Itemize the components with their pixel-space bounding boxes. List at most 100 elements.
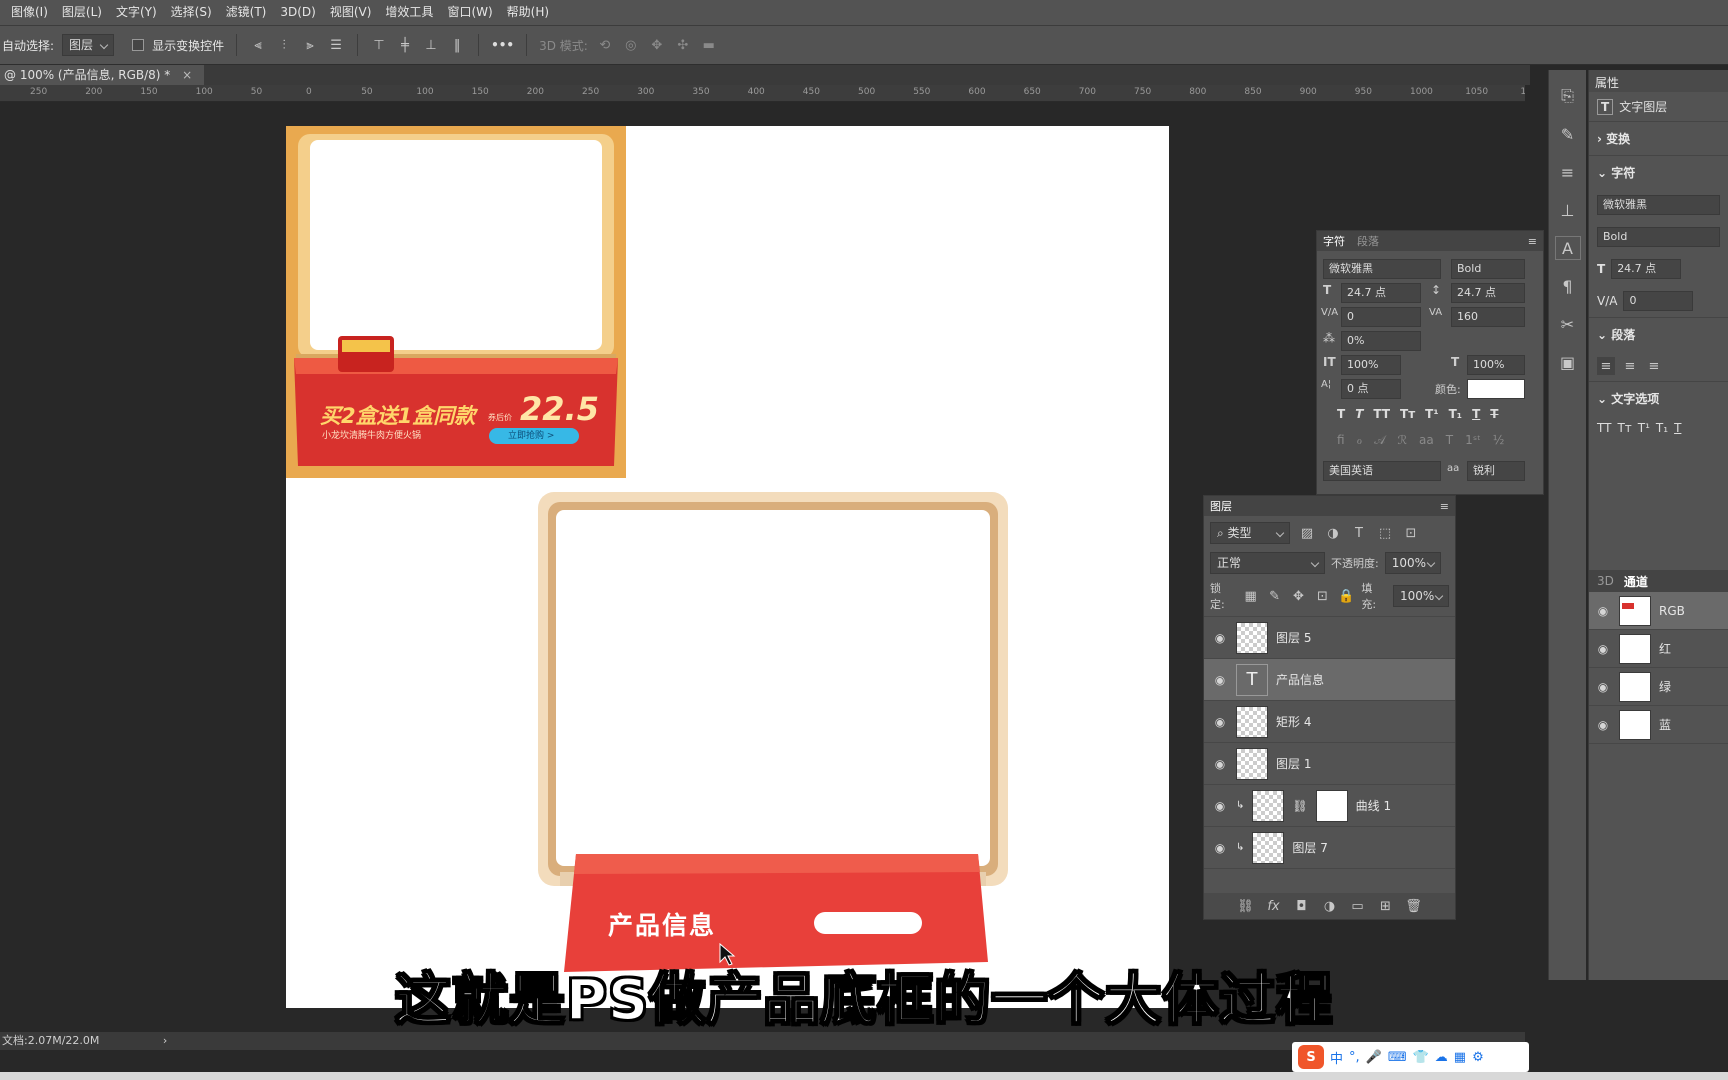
show-transform-checkbox[interactable]	[132, 39, 145, 51]
menu-window[interactable]: 窗口(W)	[440, 0, 499, 25]
align-text-left-icon[interactable]: ≡	[1597, 357, 1615, 375]
link-layers-icon[interactable]: ⛓	[1237, 897, 1255, 915]
channel-rgb[interactable]: ◉ RGB	[1589, 592, 1728, 630]
adjustments-icon[interactable]: ≡	[1555, 160, 1581, 184]
align-text-center-icon[interactable]: ≡	[1621, 357, 1639, 375]
filter-shape-icon[interactable]: ⬚	[1376, 524, 1394, 542]
align-top-icon[interactable]: ⊤	[370, 36, 388, 54]
camera-3d-icon[interactable]: ▬	[700, 36, 718, 54]
eye-icon[interactable]: ◉	[1212, 757, 1228, 771]
roll-3d-icon[interactable]: ◎	[622, 36, 640, 54]
slide-3d-icon[interactable]: ✣	[674, 36, 692, 54]
fx-icon[interactable]: fx	[1265, 897, 1283, 915]
link-icon[interactable]: ⛓	[1292, 799, 1307, 813]
tab-character[interactable]: 字符	[1323, 233, 1345, 249]
tool-presets-icon[interactable]: ✂	[1555, 312, 1581, 336]
document-tab[interactable]: @ 100% (产品信息, RGB/8) * ×	[0, 65, 205, 85]
small-caps-icon[interactable]: Tт	[1617, 421, 1631, 435]
char-hscale[interactable]: 100%	[1467, 355, 1525, 375]
faux-bold-icon[interactable]: T	[1337, 407, 1345, 421]
orbit-3d-icon[interactable]: ⟲	[596, 36, 614, 54]
ime-mode-label[interactable]: 中	[1330, 1048, 1343, 1067]
eye-icon[interactable]: ◉	[1212, 799, 1228, 813]
paragraph-section[interactable]: ⌄ 段落	[1589, 317, 1728, 351]
align-vcenter-icon[interactable]: ╪	[396, 36, 414, 54]
menu-view[interactable]: 视图(V)	[323, 0, 379, 25]
adjustment-layer-icon[interactable]: ◑	[1321, 897, 1339, 915]
fill-field[interactable]: 100%	[1392, 585, 1449, 607]
skin-icon[interactable]: 👕	[1413, 1050, 1429, 1065]
tab-3d[interactable]: 3D	[1597, 574, 1614, 588]
char-baseline[interactable]: 0 点	[1341, 379, 1401, 399]
artboard[interactable]: 买2盒送1盒同款 小龙坎清腾牛肉方便火锅 券后价 22.5 立即抢购 > 产品信…	[286, 126, 1169, 1008]
eye-icon[interactable]: ◉	[1595, 680, 1611, 694]
underline-icon[interactable]: T	[1472, 407, 1480, 421]
small-caps-icon[interactable]: Tт	[1400, 407, 1415, 421]
char-font-family[interactable]: 微软雅黑	[1323, 259, 1441, 279]
align-hcenter-icon[interactable]: ⫶	[275, 36, 293, 54]
align-right-icon[interactable]: ⫸	[301, 36, 319, 54]
lock-position-icon[interactable]: ✥	[1290, 587, 1308, 605]
eye-icon[interactable]: ◉	[1212, 715, 1228, 729]
layer-row[interactable]: ◉ T 产品信息	[1204, 659, 1455, 701]
text-options-section[interactable]: ⌄ 文字选项	[1589, 381, 1728, 415]
tab-channels[interactable]: 通道	[1624, 573, 1648, 590]
layer-filter-dropdown[interactable]: ⌕ 类型	[1210, 522, 1290, 544]
distribute-icon[interactable]: ☰	[327, 36, 345, 54]
char-language[interactable]: 美国英语	[1323, 461, 1441, 481]
char-kerning[interactable]: 0	[1341, 307, 1421, 327]
ligature-icon[interactable]: ﬁ	[1337, 433, 1345, 448]
ime-toolbar[interactable]: S 中 °, 🎤 ⌨ 👕 ☁ ▦ ⚙	[1292, 1042, 1529, 1072]
props-font-style[interactable]: Bold	[1597, 227, 1720, 247]
close-tab-icon[interactable]: ×	[182, 68, 192, 82]
menu-select[interactable]: 选择(S)	[164, 0, 219, 25]
brush-settings-icon[interactable]: ✎	[1555, 122, 1581, 146]
underline-icon[interactable]: T	[1674, 421, 1681, 435]
more-options-button[interactable]: •••	[491, 38, 514, 52]
faux-italic-icon[interactable]: T	[1355, 407, 1363, 421]
char-vscale[interactable]: 100%	[1341, 355, 1401, 375]
color-swatch[interactable]	[1467, 379, 1525, 399]
new-layer-icon[interactable]: ⊞	[1377, 897, 1395, 915]
props-font-size[interactable]: 24.7 点	[1611, 259, 1682, 279]
alternates-icon[interactable]: ℛ	[1397, 433, 1407, 448]
char-tsume[interactable]: 0%	[1341, 331, 1421, 351]
align-bottom-icon[interactable]: ⊥	[422, 36, 440, 54]
all-caps-icon[interactable]: TT	[1597, 421, 1611, 435]
paragraph-panel-icon[interactable]: ¶	[1555, 274, 1581, 298]
settings-icon[interactable]: ⚙	[1472, 1050, 1484, 1065]
props-tracking[interactable]: 0	[1623, 291, 1694, 311]
channel-red[interactable]: ◉ 红	[1589, 630, 1728, 668]
pan-3d-icon[interactable]: ✥	[648, 36, 666, 54]
menu-type[interactable]: 文字(Y)	[109, 0, 164, 25]
superscript-icon[interactable]: T¹	[1638, 421, 1650, 435]
layer-row[interactable]: ◉ 图层 1	[1204, 743, 1455, 785]
all-caps-icon[interactable]: TT	[1373, 407, 1390, 421]
apps-icon[interactable]: ▦	[1454, 1050, 1466, 1065]
align-text-right-icon[interactable]: ≡	[1645, 357, 1663, 375]
oldstyle-icon[interactable]: ℴ	[1357, 433, 1363, 448]
menu-layer[interactable]: 图层(L)	[55, 0, 109, 25]
new-group-icon[interactable]: ▭	[1349, 897, 1367, 915]
punctuation-icon[interactable]: °,	[1349, 1050, 1360, 1065]
character-section[interactable]: ⌄ 字符	[1589, 155, 1728, 189]
blend-mode-dropdown[interactable]: 正常	[1210, 552, 1325, 574]
superscript-icon[interactable]: T¹	[1425, 407, 1438, 421]
eye-icon[interactable]: ◉	[1595, 642, 1611, 656]
menu-help[interactable]: 帮助(H)	[500, 0, 556, 25]
channel-green[interactable]: ◉ 绿	[1589, 668, 1728, 706]
tab-paragraph[interactable]: 段落	[1357, 233, 1379, 249]
char-font-size[interactable]: 24.7 点	[1341, 283, 1421, 303]
eye-icon[interactable]: ◉	[1212, 673, 1228, 687]
filter-type-icon[interactable]: T	[1350, 524, 1368, 542]
menu-plugins[interactable]: 增效工具	[378, 0, 440, 25]
strikethrough-icon[interactable]: T	[1490, 407, 1498, 421]
ordinals-icon[interactable]: T	[1446, 433, 1453, 448]
menu-filter[interactable]: 滤镜(T)	[219, 0, 274, 25]
eye-icon[interactable]: ◉	[1212, 841, 1228, 855]
eye-icon[interactable]: ◉	[1595, 604, 1611, 618]
eye-icon[interactable]: ◉	[1595, 718, 1611, 732]
swash-icon[interactable]: 𝒜	[1374, 433, 1385, 448]
filter-adjust-icon[interactable]: ◑	[1324, 524, 1342, 542]
transform-section[interactable]: › 变换	[1589, 121, 1728, 155]
